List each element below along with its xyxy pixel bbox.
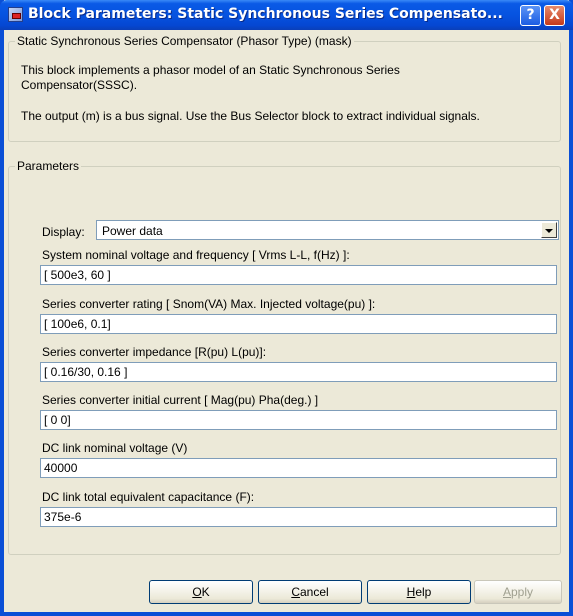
apply-button[interactable]: Apply [474, 580, 562, 604]
dc-link-voltage-field[interactable] [40, 458, 557, 478]
mask-legend: Static Synchronous Series Compensator (P… [15, 34, 354, 48]
nominal-voltage-frequency-label: System nominal voltage and frequency [ V… [42, 248, 350, 262]
converter-impedance-field[interactable] [40, 362, 557, 382]
cancel-label: ancel [299, 585, 329, 599]
dc-link-voltage-label: DC link nominal voltage (V) [42, 441, 188, 455]
close-icon[interactable]: X [544, 5, 565, 26]
ok-label: K [201, 585, 210, 599]
converter-impedance-label: Series converter impedance [R(pu) L(pu)]… [42, 345, 267, 359]
dialog-window: Block Parameters: Static Synchronous Ser… [0, 0, 573, 616]
nominal-voltage-frequency-field[interactable] [40, 265, 557, 285]
converter-rating-field[interactable] [40, 314, 557, 334]
chevron-down-icon[interactable] [541, 222, 557, 238]
dc-link-capacitance-field[interactable] [40, 507, 557, 527]
help-label: elp [415, 585, 432, 599]
apply-mnemonic: A [502, 585, 511, 599]
help-icon[interactable]: ? [520, 5, 541, 26]
initial-current-label: Series converter initial current [ Mag(p… [42, 393, 319, 407]
cancel-button[interactable]: Cancel [258, 580, 362, 604]
description-line-1: This block implements a phasor model of … [21, 63, 400, 77]
ok-mnemonic: O [192, 585, 202, 599]
display-dropdown[interactable]: Power data [96, 220, 559, 240]
initial-current-field[interactable] [40, 410, 557, 430]
help-button[interactable]: Help [367, 580, 471, 604]
description-line-3: The output (m) is a bus signal. Use the … [21, 109, 480, 123]
display-selected-value: Power data [102, 224, 163, 238]
converter-rating-label: Series converter rating [ Snom(VA) Max. … [42, 297, 376, 311]
ok-button[interactable]: OK [149, 580, 253, 604]
simulink-block-icon [8, 7, 23, 22]
window-title: Block Parameters: Static Synchronous Ser… [28, 6, 503, 22]
title-bar[interactable]: Block Parameters: Static Synchronous Ser… [0, 0, 573, 30]
parameters-legend: Parameters [15, 159, 82, 173]
cancel-mnemonic: C [291, 585, 300, 599]
description-line-2: Compensator(SSSC). [21, 78, 138, 92]
dc-link-capacitance-label: DC link total equivalent capacitance (F)… [42, 490, 255, 504]
display-label: Display: [42, 225, 85, 239]
apply-label: pply [511, 585, 534, 599]
